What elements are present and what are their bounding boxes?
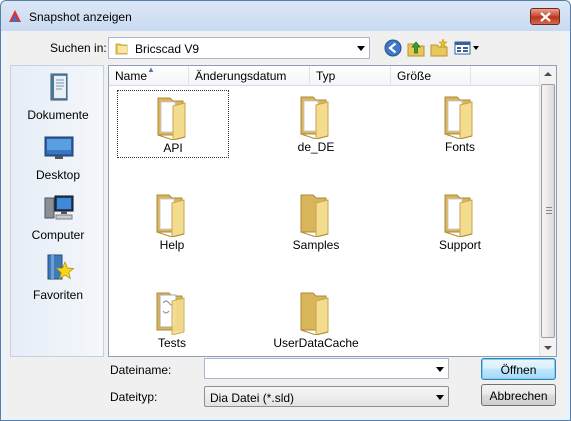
folder-item[interactable]: UserDataCache — [261, 286, 373, 352]
folder-name: Samples — [292, 238, 340, 252]
filename-label: Dateiname: — [110, 363, 172, 377]
column-header-date[interactable]: Änderungsdatum — [189, 66, 310, 86]
back-icon[interactable] — [383, 38, 403, 58]
folder-icon — [157, 97, 186, 140]
filetype-dropdown[interactable]: Dia Datei (*.sld) — [204, 386, 449, 407]
folder-name: Help — [159, 238, 185, 252]
close-button[interactable] — [530, 8, 560, 25]
new-folder-icon[interactable] — [429, 38, 449, 58]
folder-icon — [300, 292, 329, 335]
window-title: Snapshot anzeigen — [29, 10, 132, 24]
views-icon[interactable] — [453, 38, 481, 58]
folder-item[interactable]: Support — [405, 188, 517, 256]
filename-input[interactable] — [204, 358, 449, 379]
folder-item[interactable]: Samples — [261, 188, 373, 256]
place-label: Desktop — [35, 168, 81, 182]
scroll-up-icon[interactable] — [540, 66, 556, 83]
column-header-name[interactable]: ▲ Name — [109, 65, 189, 86]
favorites-icon — [47, 254, 75, 280]
up-folder-icon[interactable] — [406, 38, 426, 58]
folder-name: UserDataCache — [273, 336, 359, 350]
column-label: Änderungsdatum — [195, 69, 287, 83]
open-button[interactable]: Öffnen — [481, 358, 556, 380]
folder-icon — [444, 194, 473, 237]
folder-name: API — [163, 141, 183, 155]
column-header-bar: ▲ Name Änderungsdatum Typ Größe — [109, 65, 541, 86]
computer-icon — [44, 195, 74, 220]
chevron-down-icon[interactable] — [357, 46, 365, 51]
folder-icon — [300, 194, 329, 237]
chevron-down-icon[interactable] — [436, 395, 444, 400]
place-label: Computer — [31, 228, 85, 242]
filetype-value: Dia Datei (*.sld) — [210, 391, 295, 405]
title-bar[interactable]: Snapshot anzeigen — [1, 1, 570, 31]
chevron-down-icon[interactable] — [436, 367, 444, 372]
column-header-type[interactable]: Typ — [310, 66, 391, 86]
column-label: Name — [115, 69, 148, 83]
place-label: Favoriten — [32, 288, 84, 302]
folder-name: Tests — [157, 336, 186, 350]
folder-icon — [156, 194, 185, 237]
scroll-down-icon[interactable] — [540, 339, 556, 356]
bricscad-app-icon — [9, 10, 21, 22]
column-label: Größe — [397, 69, 432, 83]
dialog-window: Snapshot anzeigen Suchen in: Bricscad V9 — [0, 0, 571, 421]
look-in-label: Suchen in: — [50, 41, 107, 55]
cancel-button[interactable]: Abbrechen — [481, 384, 556, 406]
places-bar: Dokumente Desktop Computer Favoriten — [10, 65, 104, 357]
close-icon — [540, 12, 551, 22]
place-documents[interactable]: Dokumente — [11, 68, 105, 128]
look-in-value: Bricscad V9 — [135, 42, 200, 56]
folder-item[interactable]: API — [117, 90, 229, 158]
look-in-dropdown[interactable]: Bricscad V9 — [108, 37, 370, 59]
place-computer[interactable]: Computer — [11, 188, 105, 248]
sort-ascending-icon: ▲ — [147, 65, 155, 74]
place-label: Dokumente — [27, 108, 89, 122]
folder-docs-icon — [156, 292, 185, 335]
column-label: Typ — [316, 69, 336, 83]
folder-name: de_DE — [297, 140, 335, 154]
folder-icon — [115, 43, 128, 55]
scrollbar-thumb[interactable] — [541, 84, 555, 338]
desktop-icon — [44, 136, 74, 159]
folder-item[interactable]: de_DE — [261, 90, 373, 158]
scrollbar-grip — [546, 207, 552, 214]
place-desktop[interactable]: Desktop — [11, 128, 105, 188]
folder-icon — [300, 96, 329, 139]
file-list-view[interactable]: ▲ Name Änderungsdatum Typ Größe API de_D… — [108, 65, 557, 357]
folder-name: Support — [438, 238, 482, 252]
column-header-size[interactable]: Größe — [391, 66, 471, 86]
folder-item[interactable]: Fonts — [405, 90, 517, 158]
folder-icon — [444, 96, 473, 139]
filetype-label: Dateityp: — [110, 390, 158, 404]
documents-icon — [50, 73, 68, 101]
folder-name: Fonts — [444, 140, 475, 154]
folder-item[interactable]: Help — [117, 188, 229, 256]
place-favorites[interactable]: Favoriten — [11, 248, 105, 308]
folder-item[interactable]: Tests — [117, 286, 229, 352]
vertical-scrollbar[interactable] — [539, 66, 556, 356]
dialog-body: Suchen in: Bricscad V9 Dokumente Desktop… — [6, 31, 565, 417]
